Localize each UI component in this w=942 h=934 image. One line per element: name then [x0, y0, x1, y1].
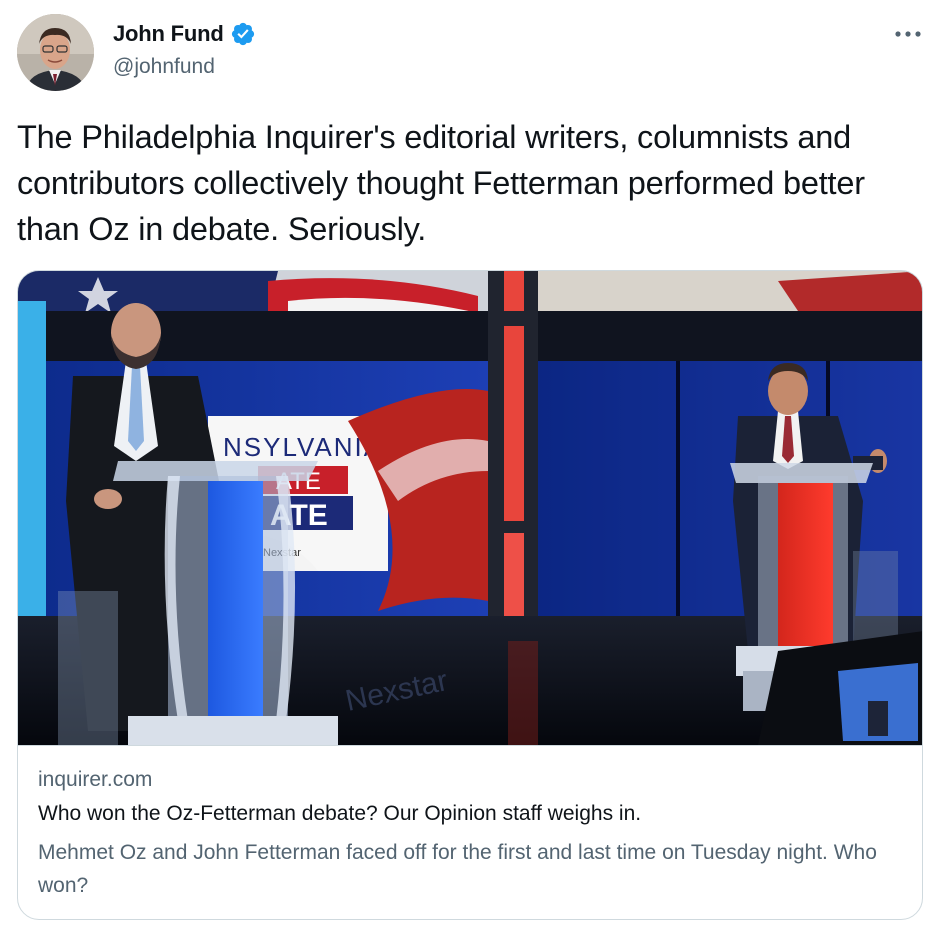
author-avatar[interactable]	[17, 14, 94, 91]
tweet: John Fund @johnfund The Philadelphia Inq…	[0, 0, 942, 934]
author-handle[interactable]: @johnfund	[113, 55, 215, 79]
tweet-text: The Philadelphia Inquirer's editorial wr…	[17, 119, 865, 247]
card-description: Mehmet Oz and John Fetterman faced off f…	[38, 841, 877, 897]
avatar-image	[17, 14, 94, 91]
more-options-button[interactable]	[888, 20, 928, 48]
card-domain: inquirer.com	[38, 768, 153, 791]
link-preview-card[interactable]: NSYLVANIA ATE ATE Nexstar inquirer.com W…	[17, 270, 923, 920]
card-title: Who won the Oz-Fetterman debate? Our Opi…	[38, 802, 642, 825]
more-horizontal-icon	[895, 31, 921, 37]
debate-stage-photo: NSYLVANIA ATE ATE Nexstar	[18, 271, 922, 745]
author-name-row: John Fund	[113, 21, 256, 47]
verified-badge-icon	[231, 22, 254, 46]
card-body[interactable]: inquirer.com Who won the Oz-Fetterman de…	[18, 745, 922, 919]
author-display-name[interactable]: John Fund	[113, 21, 224, 47]
card-image[interactable]: NSYLVANIA ATE ATE Nexstar	[18, 271, 922, 745]
